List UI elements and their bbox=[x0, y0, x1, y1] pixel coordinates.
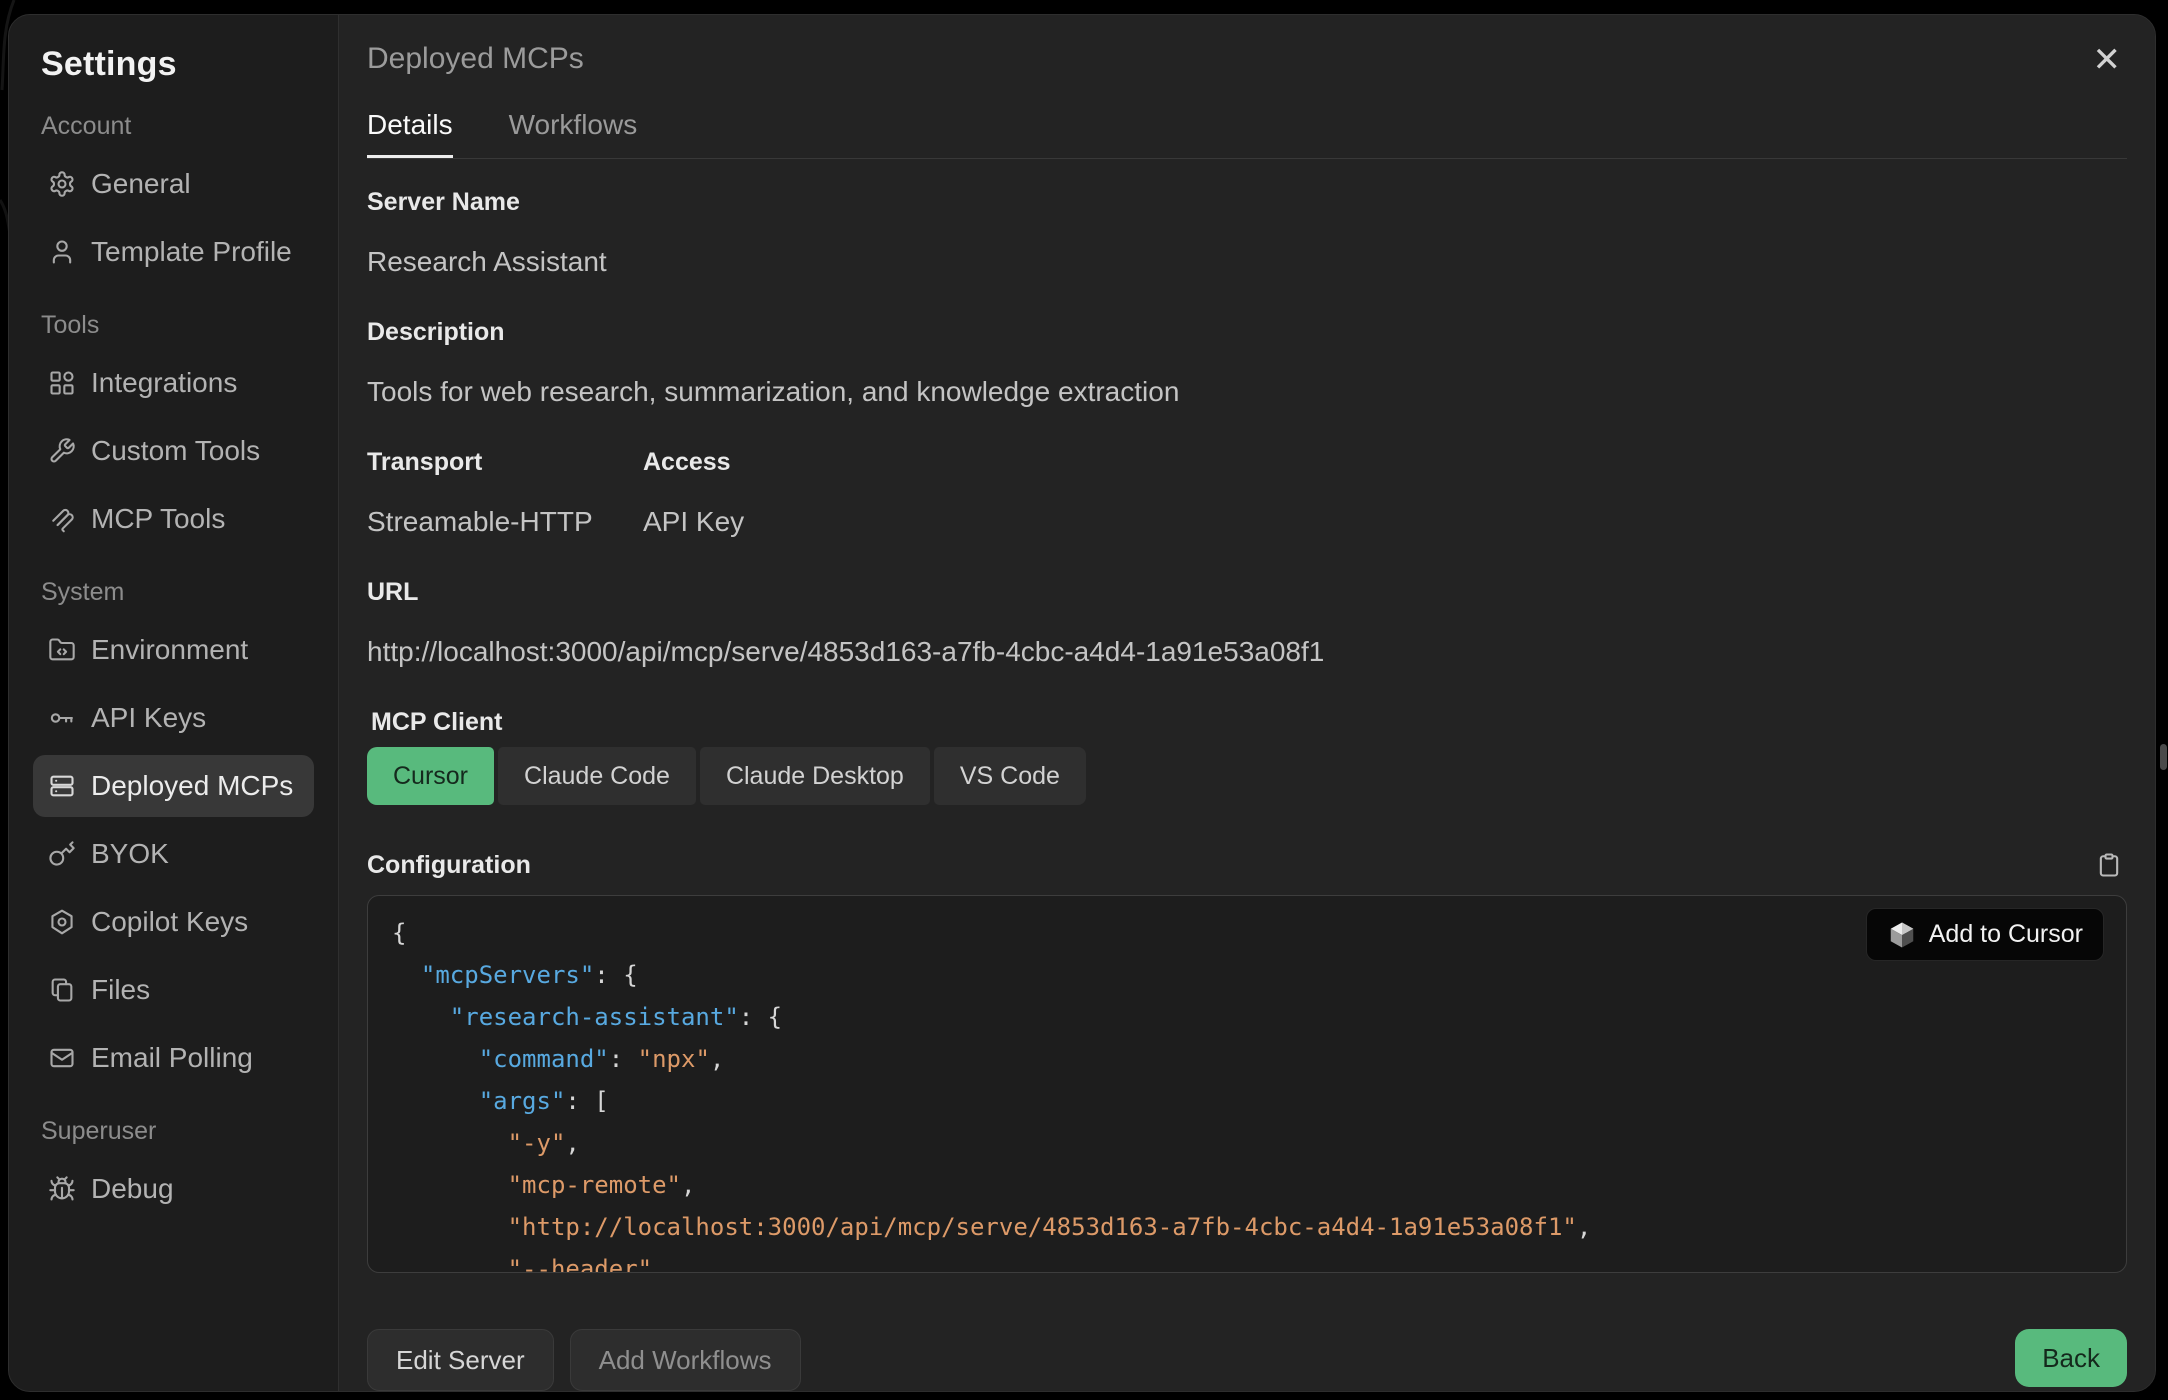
sidebar-item-integrations[interactable]: Integrations bbox=[33, 352, 314, 414]
add-workflows-button[interactable]: Add Workflows bbox=[570, 1329, 801, 1391]
sidebar-item-label: Template Profile bbox=[91, 236, 292, 268]
code-line: "-y", bbox=[392, 1122, 2102, 1164]
client-button-vs-code[interactable]: VS Code bbox=[934, 747, 1086, 805]
sidebar-item-copilot-keys[interactable]: Copilot Keys bbox=[33, 891, 314, 953]
sidebar-item-email-polling[interactable]: Email Polling bbox=[33, 1027, 314, 1089]
grid-icon bbox=[48, 369, 76, 397]
tab-workflows[interactable]: Workflows bbox=[509, 101, 638, 158]
sidebar-item-label: Debug bbox=[91, 1173, 174, 1205]
sidebar-item-custom-tools[interactable]: Custom Tools bbox=[33, 420, 314, 482]
sidebar-item-label: Copilot Keys bbox=[91, 906, 248, 938]
url-value: http://localhost:3000/api/mcp/serve/4853… bbox=[367, 635, 2127, 669]
sidebar-item-api-keys[interactable]: API Keys bbox=[33, 687, 314, 749]
sidebar-item-label: MCP Tools bbox=[91, 503, 225, 535]
edit-server-button[interactable]: Edit Server bbox=[367, 1329, 554, 1391]
url-field: URL http://localhost:3000/api/mcp/serve/… bbox=[367, 577, 2127, 669]
sidebar-item-label: Integrations bbox=[91, 367, 237, 399]
server-icon bbox=[48, 772, 76, 800]
code-line: "http://localhost:3000/api/mcp/serve/485… bbox=[392, 1206, 2102, 1248]
sidebar-item-label: Custom Tools bbox=[91, 435, 260, 467]
access-field: Access API Key bbox=[643, 447, 744, 577]
sidebar-item-deployed-mcps[interactable]: Deployed MCPs bbox=[33, 755, 314, 817]
code-line: "args": [ bbox=[392, 1080, 2102, 1122]
window-scrollbar-thumb[interactable] bbox=[2160, 744, 2167, 770]
copy-configuration-button[interactable] bbox=[2091, 847, 2127, 883]
key-round-icon bbox=[48, 840, 76, 868]
transport-field: Transport Streamable-HTTP bbox=[367, 447, 643, 577]
mcp-client-label: MCP Client bbox=[371, 707, 2127, 737]
sidebar-item-debug[interactable]: Debug bbox=[33, 1158, 314, 1220]
settings-modal: Settings Account General Template Profile T… bbox=[8, 14, 2156, 1392]
code-line: { bbox=[392, 912, 2102, 954]
sidebar-title: Settings bbox=[41, 45, 314, 84]
configuration-code: { "mcpServers": { "research-assistant": … bbox=[392, 912, 2102, 1273]
configuration-label: Configuration bbox=[367, 851, 531, 880]
settings-sidebar: Settings Account General Template Profile T… bbox=[9, 15, 339, 1391]
wrench-icon bbox=[48, 437, 76, 465]
mcp-client-selector: CursorClaude CodeClaude DesktopVS Code bbox=[367, 747, 2127, 805]
description-value: Tools for web research, summarization, a… bbox=[367, 375, 2127, 409]
code-line: "--header" bbox=[392, 1248, 2102, 1273]
url-label: URL bbox=[367, 577, 2127, 607]
add-to-cursor-label: Add to Cursor bbox=[1929, 920, 2083, 949]
code-line: "mcp-remote", bbox=[392, 1164, 2102, 1206]
sidebar-item-label: Files bbox=[91, 974, 150, 1006]
access-value: API Key bbox=[643, 505, 744, 539]
mail-icon bbox=[48, 1044, 76, 1072]
tab-bar: Details Workflows bbox=[367, 101, 2127, 159]
code-line: "command": "npx", bbox=[392, 1038, 2102, 1080]
transport-value: Streamable-HTTP bbox=[367, 505, 643, 539]
close-icon[interactable]: ✕ bbox=[2087, 41, 2128, 79]
server-name-value: Research Assistant bbox=[367, 245, 2127, 279]
sidebar-section-label-tools: Tools bbox=[41, 311, 314, 340]
sidebar-sections: Account General Template Profile Tools Integ… bbox=[33, 112, 314, 1220]
sidebar-item-environment[interactable]: Environment bbox=[33, 619, 314, 681]
sidebar-item-label: Deployed MCPs bbox=[91, 770, 293, 802]
panel-header: Deployed MCPs ✕ Details Workflows bbox=[339, 15, 2155, 159]
configuration-code-block[interactable]: { "mcpServers": { "research-assistant": … bbox=[367, 895, 2127, 1273]
sidebar-item-byok[interactable]: BYOK bbox=[33, 823, 314, 885]
sidebar-item-label: General bbox=[91, 168, 191, 200]
transport-access-row: Transport Streamable-HTTP Access API Key bbox=[367, 447, 2127, 577]
add-to-cursor-button[interactable]: Add to Cursor bbox=[1866, 908, 2104, 961]
tab-details[interactable]: Details bbox=[367, 101, 453, 158]
sidebar-item-label: Environment bbox=[91, 634, 248, 666]
sidebar-item-general[interactable]: General bbox=[33, 153, 314, 215]
code-line: "research-assistant": { bbox=[392, 996, 2102, 1038]
server-name-label: Server Name bbox=[367, 187, 2127, 217]
bug-icon bbox=[48, 1175, 76, 1203]
sidebar-item-label: Email Polling bbox=[91, 1042, 253, 1074]
sidebar-section-label-account: Account bbox=[41, 112, 314, 141]
hexagon-icon bbox=[48, 908, 76, 936]
page-title: Deployed MCPs bbox=[367, 41, 584, 77]
sidebar-item-label: BYOK bbox=[91, 838, 169, 870]
clipboard-icon bbox=[2095, 851, 2123, 879]
cursor-logo-icon bbox=[1887, 920, 1917, 950]
sidebar-section-label-system: System bbox=[41, 578, 314, 607]
details-content: Server Name Research Assistant Descripti… bbox=[339, 159, 2155, 1297]
sidebar-item-files[interactable]: Files bbox=[33, 959, 314, 1021]
access-label: Access bbox=[643, 447, 744, 477]
user-icon bbox=[48, 238, 76, 266]
sidebar-section-label-superuser: Superuser bbox=[41, 1117, 314, 1146]
code-line: "mcpServers": { bbox=[392, 954, 2102, 996]
mcp-icon bbox=[48, 505, 76, 533]
deployed-mcps-panel: Deployed MCPs ✕ Details Workflows Server… bbox=[339, 15, 2155, 1391]
sidebar-item-template-profile[interactable]: Template Profile bbox=[33, 221, 314, 283]
key-icon bbox=[48, 704, 76, 732]
client-button-claude-code[interactable]: Claude Code bbox=[498, 747, 696, 805]
transport-label: Transport bbox=[367, 447, 643, 477]
server-name-field: Server Name Research Assistant bbox=[367, 187, 2127, 279]
description-field: Description Tools for web research, summ… bbox=[367, 317, 2127, 409]
client-button-claude-desktop[interactable]: Claude Desktop bbox=[700, 747, 930, 805]
sidebar-item-mcp-tools[interactable]: MCP Tools bbox=[33, 488, 314, 550]
sidebar-item-label: API Keys bbox=[91, 702, 206, 734]
client-button-cursor[interactable]: Cursor bbox=[367, 747, 494, 805]
folder-code-icon bbox=[48, 636, 76, 664]
description-label: Description bbox=[367, 317, 2127, 347]
back-button[interactable]: Back bbox=[2015, 1329, 2127, 1387]
gear-icon bbox=[48, 170, 76, 198]
panel-footer: Edit Server Add Workflows Back bbox=[339, 1297, 2155, 1391]
files-icon bbox=[48, 976, 76, 1004]
